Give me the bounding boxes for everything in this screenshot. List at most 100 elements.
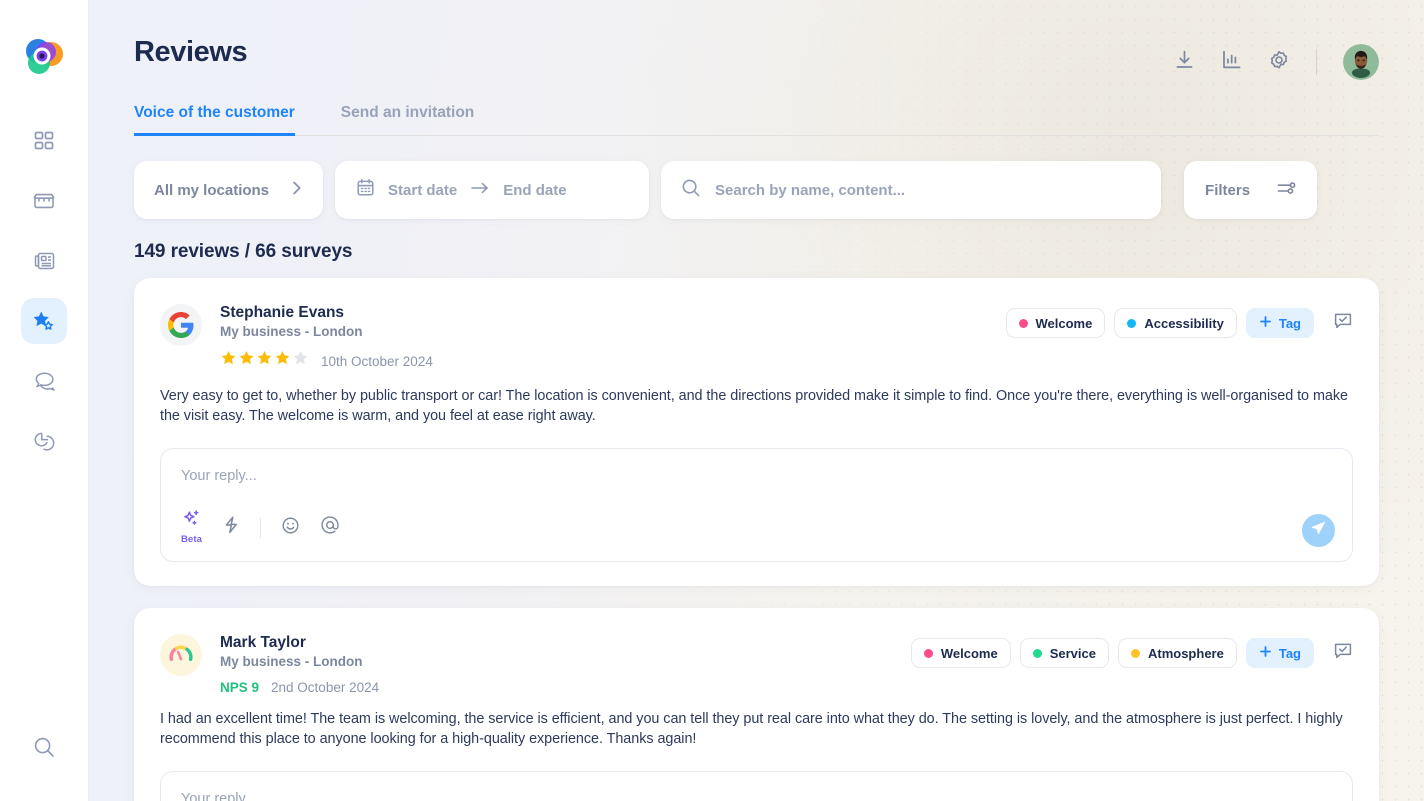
filter-bar: All my locations Start date End date Sea… (134, 161, 1379, 219)
star-rating (220, 350, 309, 372)
sidebar-item-listings[interactable] (21, 238, 67, 284)
add-tag-button[interactable]: Tag (1245, 308, 1314, 338)
reply-box[interactable]: Your reply... (160, 771, 1353, 801)
reviewer-name: Mark Taylor (220, 634, 306, 651)
add-tag-button[interactable]: Tag (1245, 638, 1314, 668)
review-text: I had an excellent time! The team is wel… (160, 711, 1343, 747)
header-divider (1316, 49, 1317, 75)
filters-label: Filters (1205, 181, 1251, 199)
date-range-picker[interactable]: Start date End date (335, 161, 650, 219)
sliders-icon (1276, 179, 1296, 202)
star-icon (31, 309, 57, 333)
results-count: 149 reviews / 66 surveys (134, 241, 353, 262)
arrow-right-icon (470, 181, 490, 200)
emoji-button[interactable] (281, 516, 300, 540)
mention-button[interactable] (320, 515, 340, 540)
grid-icon (33, 130, 55, 152)
google-logo-icon (160, 304, 202, 346)
reply-status-button[interactable] (1333, 311, 1353, 336)
sidebar-nav (21, 118, 67, 464)
brand-logo[interactable] (22, 36, 66, 80)
lightning-icon (222, 515, 240, 540)
send-icon (1311, 520, 1327, 541)
locations-selector[interactable]: All my locations (134, 161, 324, 219)
reply-toolbar: Beta (181, 510, 1332, 545)
search-box[interactable] (661, 161, 1162, 219)
review-date: 2nd October 2024 (271, 680, 380, 695)
end-date-label: End date (503, 181, 567, 199)
tab-voice-of-the-customer[interactable]: Voice of the customer (134, 104, 295, 136)
add-tag-label: Tag (1278, 645, 1301, 661)
review-tags: Welcome Accessibility Tag (1005, 304, 1354, 338)
tag-color-dot (923, 648, 933, 658)
user-avatar[interactable] (1343, 44, 1379, 80)
ai-assist-button[interactable]: Beta (181, 510, 202, 545)
quick-replies-button[interactable] (222, 515, 240, 540)
add-tag-label: Tag (1278, 315, 1301, 331)
settings-button[interactable] (1268, 49, 1290, 76)
reply-box[interactable]: Your reply... Beta (160, 448, 1353, 562)
sparkles-icon (182, 510, 202, 533)
plus-icon (1259, 645, 1272, 661)
reply-placeholder: Your reply... (181, 468, 257, 484)
filters-button[interactable]: Filters (1184, 161, 1318, 219)
tag-color-dot (1032, 648, 1042, 658)
app-root: Reviews Voice of the customer Send an in… (0, 0, 1424, 801)
review-date: 10th October 2024 (321, 353, 433, 369)
emoji-icon (281, 516, 300, 540)
reviewer-business: My business - London (220, 324, 363, 339)
review-text: Very easy to get to, whether by public t… (160, 388, 1348, 424)
chat-bubbles-icon (32, 370, 56, 392)
send-reply-button[interactable] (1302, 514, 1335, 547)
search-icon (681, 178, 701, 203)
reply-status-button[interactable] (1333, 641, 1353, 666)
store-icon (32, 190, 56, 212)
reviewer-business: My business - London (220, 654, 363, 669)
tag-welcome[interactable]: Welcome (910, 638, 1011, 668)
review-card: Stephanie Evans My business - London 10t… (134, 278, 1379, 586)
tag-atmosphere[interactable]: Atmosphere (1117, 638, 1237, 668)
toolbar-divider (260, 517, 261, 538)
chat-check-icon (1333, 641, 1353, 666)
sidebar-item-messages[interactable] (21, 358, 67, 404)
locations-label: All my locations (154, 181, 270, 199)
star-filled-icon (256, 350, 273, 372)
reviewer-name: Stephanie Evans (220, 304, 345, 321)
sidebar-item-dashboard[interactable] (21, 118, 67, 164)
reply-placeholder: Your reply... (181, 791, 257, 801)
nps-score: NPS 9 (220, 680, 260, 695)
statistics-button[interactable] (1221, 49, 1242, 75)
tag-service[interactable]: Service (1019, 638, 1109, 668)
star-filled-icon (238, 350, 255, 372)
review-list: Stephanie Evans My business - London 10t… (134, 278, 1379, 801)
download-icon (1174, 49, 1195, 75)
chevron-right-icon (291, 180, 303, 201)
sidebar-item-locations[interactable] (21, 178, 67, 224)
star-filled-icon (220, 350, 237, 372)
gear-icon (1268, 49, 1290, 76)
plus-icon (1259, 315, 1272, 331)
tag-accessibility[interactable]: Accessibility (1114, 308, 1237, 338)
tag-welcome[interactable]: Welcome (1005, 308, 1106, 338)
star-empty-icon (292, 350, 309, 372)
newspaper-icon (33, 251, 56, 271)
download-button[interactable] (1174, 49, 1195, 75)
tag-label: Atmosphere (1147, 645, 1224, 661)
at-mention-icon (320, 515, 340, 540)
star-filled-icon (274, 350, 291, 372)
review-tags: Welcome Service Atmosphere Tag (910, 634, 1353, 668)
sidebar-item-reviews[interactable] (21, 298, 67, 344)
tag-label: Service (1049, 645, 1096, 661)
pie-chart-icon (32, 430, 56, 452)
sidebar-search-button[interactable] (24, 729, 64, 769)
calendar-icon (356, 178, 375, 202)
tag-color-dot (1127, 318, 1137, 328)
tab-bar: Voice of the customer Send an invitation (134, 104, 1379, 136)
tag-label: Welcome (1035, 315, 1093, 331)
nps-gauge-icon (160, 634, 202, 676)
page-title: Reviews (134, 36, 248, 68)
search-icon (32, 735, 56, 764)
search-input[interactable] (715, 181, 1142, 199)
sidebar-item-analytics[interactable] (21, 418, 67, 464)
tab-send-an-invitation[interactable]: Send an invitation (341, 104, 474, 136)
